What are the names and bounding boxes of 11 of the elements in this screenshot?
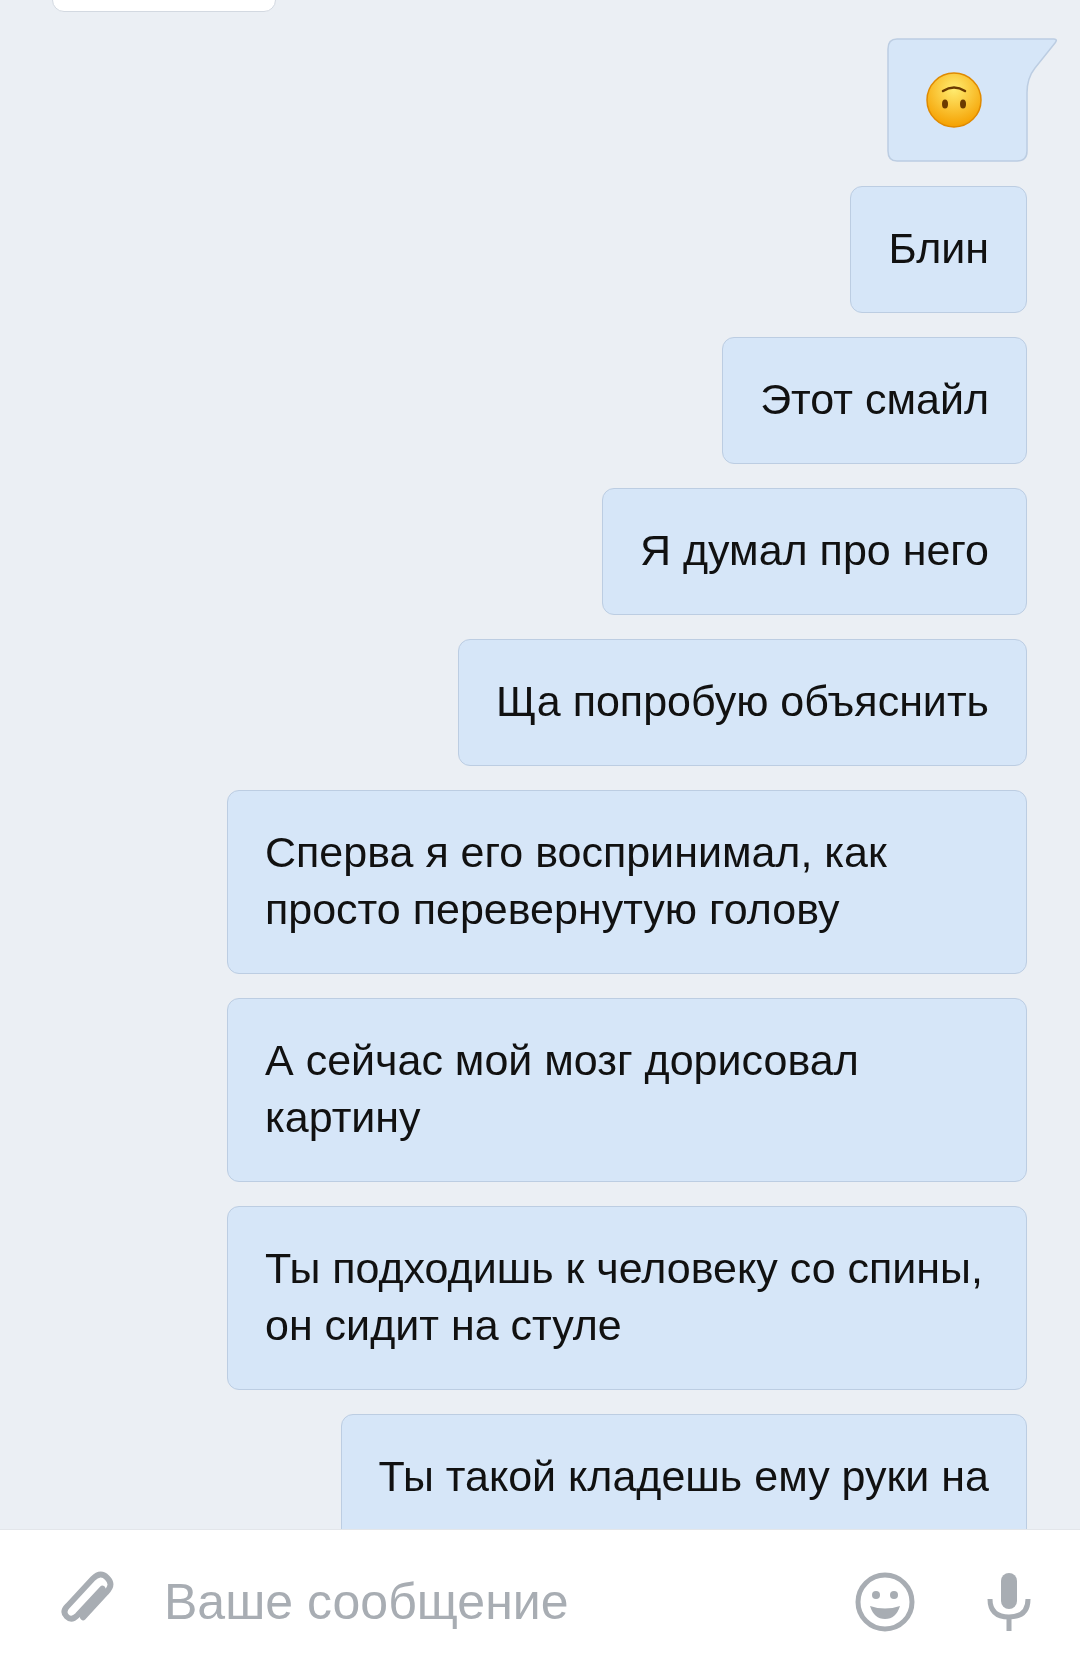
message-text: Ща попробую объяснить	[496, 676, 989, 727]
smiley-icon[interactable]	[854, 1571, 916, 1633]
message-text: Я думал про него	[640, 525, 989, 576]
message-text: Ты подходишь к человеку со спины, он сидит на стуле	[265, 1243, 984, 1351]
message-text: Блин	[888, 223, 989, 274]
message-text: А сейчас мой мозг дорисовал картину	[265, 1035, 860, 1143]
message-text: Сперва я его воспринимал, как просто перевернутую голову	[265, 827, 888, 935]
message-text: Ты такой кладешь ему руки на	[378, 1451, 989, 1502]
upside-down-face-icon	[926, 72, 982, 128]
message-text: Этот смайл	[760, 374, 989, 425]
microphone-icon[interactable]	[986, 1571, 1032, 1633]
